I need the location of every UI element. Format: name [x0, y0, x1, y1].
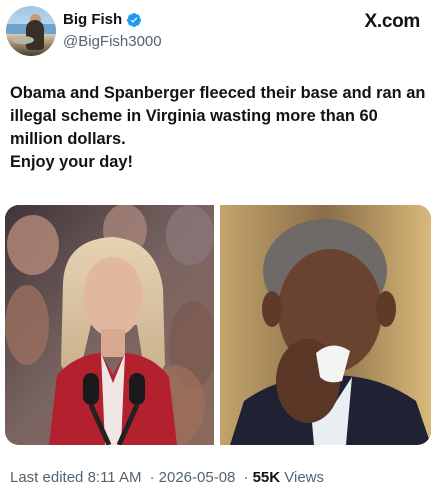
tweet-media[interactable]	[5, 205, 431, 445]
author-display-name[interactable]: Big Fish	[63, 11, 122, 28]
author-name-row[interactable]: Big Fish	[63, 11, 142, 28]
avatar-fish	[12, 36, 34, 44]
source-label: X.com	[364, 11, 420, 33]
edited-label[interactable]: Last edited	[10, 469, 83, 486]
views-label: Views	[284, 469, 325, 486]
meta-separator-2: ·	[243, 469, 249, 486]
author-avatar[interactable]	[6, 6, 56, 56]
media-photo-left[interactable]	[5, 205, 214, 445]
x-com-label: X.com	[364, 11, 420, 32]
tweet-footer-meta: Last edited 8:11 AM · 2026-05-08 · 55K Vie…	[10, 469, 324, 486]
verified-badge-icon	[127, 12, 142, 27]
woman-at-podium-image	[5, 205, 214, 445]
tweet-text: Obama and Spanberger fleeced their base …	[10, 84, 426, 171]
tweet-time[interactable]: 8:11 AM	[88, 469, 142, 486]
tweet-date[interactable]: 2026-05-08	[159, 469, 236, 486]
avatar-person	[26, 20, 44, 50]
meta-separator-1: ·	[149, 469, 155, 486]
man-wiping-tear-image	[220, 205, 431, 445]
views-count[interactable]: 55K	[253, 469, 281, 486]
author-handle[interactable]: @BigFish3000	[63, 33, 162, 50]
media-photo-right[interactable]	[220, 205, 431, 445]
tweet-header: Big Fish @BigFish3000 X.com	[0, 0, 437, 64]
